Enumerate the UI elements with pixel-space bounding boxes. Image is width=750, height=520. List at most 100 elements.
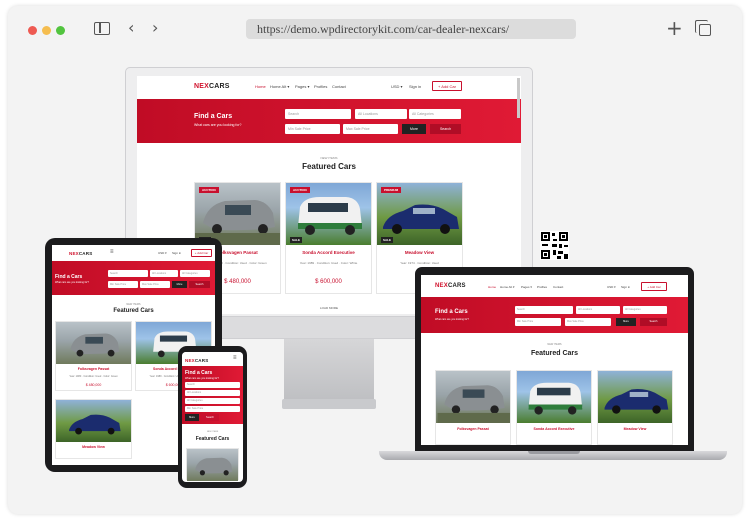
monitor-stand: [284, 339, 374, 399]
car-photo: [187, 449, 238, 481]
status-badge: PREMIUM: [381, 187, 402, 193]
site-header: NEXCARS Home Home Alt ▾ Pages ▾ Profiles…: [421, 275, 688, 297]
sign-in-link[interactable]: Sign in: [409, 84, 421, 89]
car-card[interactable]: [186, 448, 239, 481]
car-name[interactable]: Sonda Accord Executive: [286, 250, 371, 255]
search-input[interactable]: Search: [108, 270, 148, 277]
min-price-input[interactable]: Min Sale Price: [185, 406, 240, 412]
minimize-window-button[interactable]: [42, 26, 51, 35]
hero-search-banner: Find a Cars What cars are you looking fo…: [52, 261, 215, 295]
car-photo: [436, 371, 510, 423]
car-card[interactable]: Folksvagen Passat Year: 1980 · Condition…: [55, 321, 132, 391]
site-header: NEXCARS ≡: [182, 352, 243, 366]
hero-subtitle: What cars are you looking for?: [185, 377, 219, 380]
nav-home[interactable]: Home: [255, 84, 266, 89]
category-select[interactable]: All Categories: [185, 398, 240, 404]
location-select[interactable]: All Locations: [576, 306, 620, 314]
add-car-button[interactable]: + Add Car: [432, 81, 462, 91]
car-card[interactable]: Meadow View: [597, 370, 673, 445]
site-header: NEXCARS Home Home Alt ▾ Pages ▾ Profiles…: [137, 76, 521, 99]
section-title: Featured Cars: [113, 308, 154, 314]
car-card[interactable]: Folksvagen Passat: [435, 370, 511, 445]
back-chevron-icon[interactable]: ‹: [128, 20, 134, 36]
nav-contact[interactable]: Contact: [553, 285, 563, 289]
category-select[interactable]: All Categories: [623, 306, 667, 314]
search-button[interactable]: Search: [430, 124, 461, 134]
nav-home[interactable]: Home: [488, 285, 496, 289]
search-input[interactable]: Search: [285, 109, 351, 119]
scrollbar[interactable]: [517, 78, 520, 118]
site-logo[interactable]: NEXCARS: [435, 283, 466, 289]
site-logo[interactable]: NEXCARS: [185, 358, 208, 363]
hero-search-banner: Find a Cars What cars are you looking fo…: [137, 99, 521, 143]
section-eyebrow: NEW ITEMS: [547, 343, 562, 346]
sign-in-link[interactable]: Sign in: [172, 251, 181, 255]
search-button[interactable]: Search: [189, 281, 210, 288]
car-card[interactable]: AUCTION SALE Sonda Accord Executive Year…: [285, 182, 372, 294]
search-button[interactable]: Search: [640, 318, 667, 326]
car-card[interactable]: Sonda Accord Executive: [516, 370, 592, 445]
currency-select[interactable]: USD ▾: [607, 285, 616, 289]
nav-pages[interactable]: Pages ▾: [521, 285, 532, 289]
menu-hamburger-icon[interactable]: ≡: [233, 355, 237, 361]
car-name[interactable]: Meadow View: [377, 250, 462, 255]
category-select[interactable]: All Categories: [409, 109, 461, 119]
car-name[interactable]: Sonda Accord Executive: [517, 427, 591, 431]
car-name[interactable]: Folksvagen Passat: [56, 367, 131, 371]
sign-in-link[interactable]: Sign in: [621, 285, 630, 289]
car-name[interactable]: Folksvagen Passat: [436, 427, 510, 431]
car-specs: Year: 1989 · Condition: Used · Color: Wh…: [299, 261, 358, 265]
address-bar[interactable]: https://demo.wpdirectorykit.com/car-deal…: [246, 19, 576, 39]
forward-chevron-icon[interactable]: ›: [152, 20, 158, 36]
min-price-input[interactable]: Min Sale Price: [285, 124, 340, 134]
car-card[interactable]: Meadow View: [55, 399, 132, 459]
car-name[interactable]: Meadow View: [598, 427, 672, 431]
add-car-button[interactable]: + Add Car: [191, 249, 212, 257]
qr-code: [540, 231, 569, 260]
min-price-input[interactable]: Min Sale Price: [515, 318, 561, 326]
nav-home-alt[interactable]: Home Alt ▾: [500, 285, 515, 289]
category-select[interactable]: All Categories: [180, 270, 210, 277]
section-eyebrow: NEW ITEMS: [206, 431, 219, 433]
tab-overview-icon[interactable]: [695, 20, 711, 36]
hero-title: Find a Cars: [55, 274, 83, 280]
browser-toolbar: ‹ › https://demo.wpdirectorykit.com/car-…: [8, 6, 742, 52]
nav-home-alt[interactable]: Home Alt ▾: [270, 84, 289, 89]
section-title: Featured Cars: [530, 350, 579, 357]
car-name[interactable]: Meadow View: [56, 445, 131, 449]
search-input[interactable]: Search: [515, 306, 573, 314]
more-filters-button[interactable]: More: [172, 281, 187, 288]
more-filters-button[interactable]: More: [402, 124, 426, 134]
section-eyebrow: NEW ITEMS: [126, 303, 141, 306]
max-price-input[interactable]: Max Sale Price: [343, 124, 398, 134]
nav-contact[interactable]: Contact: [332, 84, 346, 89]
search-input[interactable]: Search: [185, 382, 240, 388]
location-select[interactable]: All Locations: [355, 109, 407, 119]
section-title: Featured Cars: [195, 436, 230, 442]
search-button[interactable]: Search: [201, 414, 219, 421]
maximize-window-button[interactable]: [56, 26, 65, 35]
section-eyebrow: NEW ITEMS: [320, 156, 338, 160]
section-title: Featured Cars: [302, 162, 356, 171]
currency-select[interactable]: USD ▾: [158, 251, 167, 255]
nav-profiles[interactable]: Profiles: [537, 285, 547, 289]
location-select[interactable]: All Locations: [185, 390, 240, 396]
add-car-button[interactable]: + Add Car: [641, 282, 667, 291]
nav-pages[interactable]: Pages ▾: [295, 84, 309, 89]
more-filters-button[interactable]: More: [185, 414, 199, 421]
max-price-input[interactable]: Max Sale Price: [140, 281, 170, 288]
close-window-button[interactable]: [28, 26, 37, 35]
max-price-input[interactable]: Max Sale Price: [565, 318, 611, 326]
new-tab-plus-icon[interactable]: +: [666, 18, 683, 38]
more-filters-button[interactable]: More: [616, 318, 636, 326]
site-logo[interactable]: NEXCARS: [69, 251, 92, 256]
sidebar-toggle-icon[interactable]: [94, 22, 110, 35]
status-badge: AUCTION: [199, 187, 219, 193]
nav-profiles[interactable]: Profiles: [314, 84, 327, 89]
currency-select[interactable]: USD ▾: [391, 84, 403, 89]
min-price-input[interactable]: Min Sale Price: [108, 281, 138, 288]
hero-subtitle: What cars are you looking for?: [194, 123, 242, 127]
menu-hamburger-icon[interactable]: ≡: [110, 249, 114, 255]
location-select[interactable]: All Locations: [150, 270, 178, 277]
site-logo[interactable]: NEXCARS: [194, 83, 230, 90]
